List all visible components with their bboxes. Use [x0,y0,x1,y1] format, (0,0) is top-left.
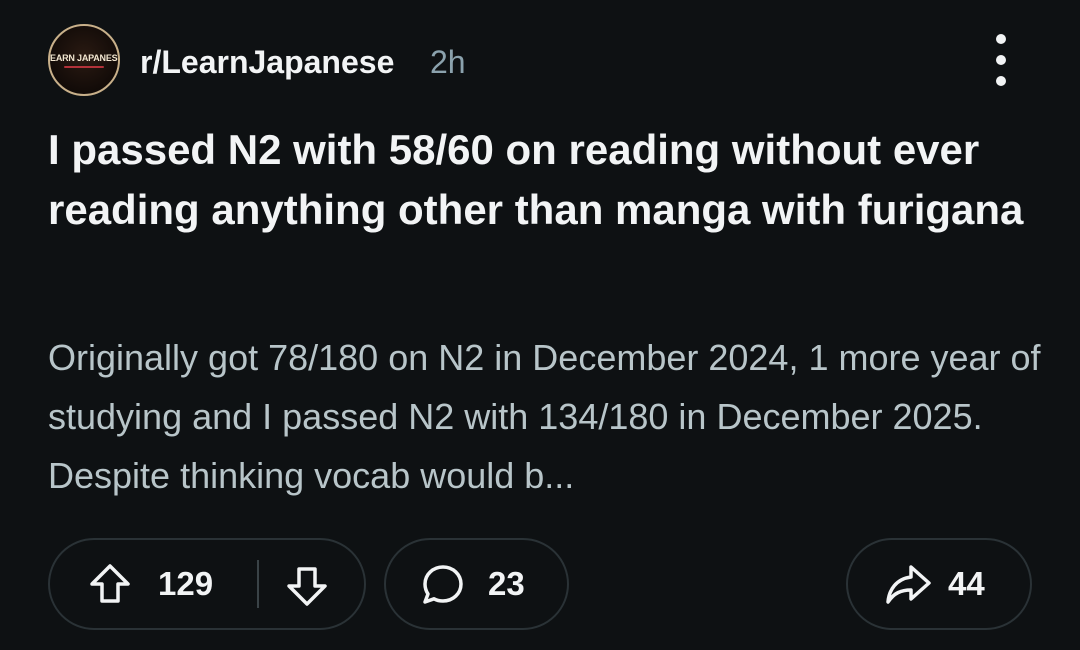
avatar-logo-text: LEARN JAPANESE [48,52,120,63]
more-vertical-icon-dot [996,76,1006,86]
upvote-count: 129 [158,565,214,602]
post-header: LEARN JAPANESE r/LearnJapanese 2h [48,24,1032,98]
avatar-logo-underline [64,65,104,68]
post-time: 2h [430,44,466,80]
post-title[interactable]: I passed N2 with 58/60 on reading withou… [48,120,1038,240]
vote-bar: 129 [48,538,366,630]
subreddit-name[interactable]: r/LearnJapanese [140,42,394,82]
more-options-button[interactable] [985,34,1017,86]
comments-button[interactable]: 23 [384,538,569,630]
more-vertical-icon-dot [996,55,1006,65]
comment-count: 23 [488,565,525,602]
downvote-button[interactable] [285,564,329,608]
upvote-button[interactable] [88,562,132,606]
more-vertical-icon [996,34,1006,44]
share-arrow-icon [886,565,931,604]
arrow-down-icon [287,567,327,606]
vote-divider [257,560,259,608]
arrow-up-icon [90,564,130,603]
post-body-preview[interactable]: Originally got 78/180 on N2 in December … [48,328,1048,505]
subreddit-avatar[interactable]: LEARN JAPANESE [48,24,120,96]
share-count: 44 [948,565,985,602]
speech-bubble-icon [423,565,463,604]
share-button[interactable]: 44 [846,538,1032,630]
